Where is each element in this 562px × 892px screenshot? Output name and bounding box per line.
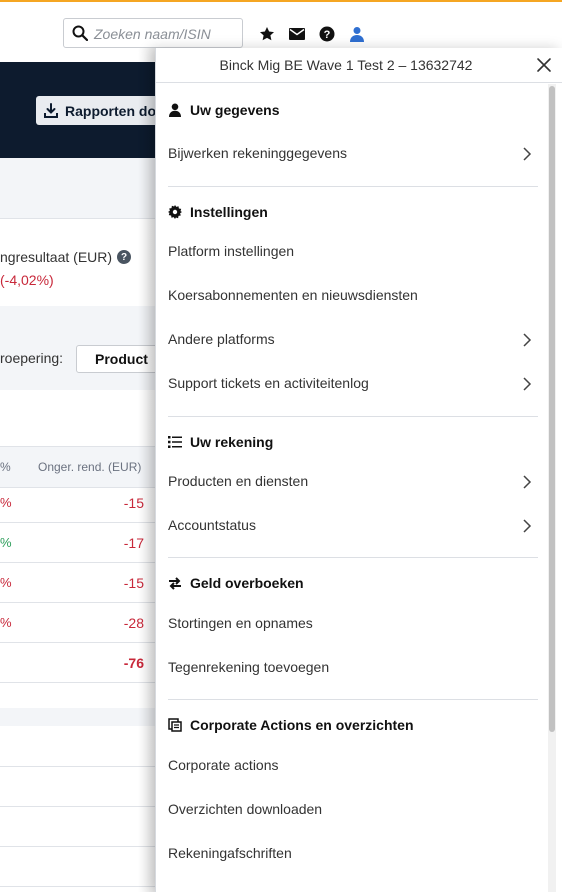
row-pct: % [0,535,12,550]
divider [168,557,538,558]
documents-icon [168,718,182,732]
menu-item-label: Rekeningafschriften [168,845,292,861]
chevron-right-icon [523,519,532,533]
menu-item-label: Stortingen en opnames [168,615,313,631]
download-icon [44,103,58,118]
close-icon[interactable] [535,56,553,74]
list-icon [168,435,182,449]
scrollbar-thumb[interactable] [549,86,555,732]
chevron-right-icon [523,333,532,347]
section-heading-corporate-actions: Corporate Actions en overzichten [168,717,414,733]
result-value: (-4,02%) [0,272,54,288]
menu-item-stortingen-en-opnames[interactable]: Stortingen en opnames [156,602,548,646]
menu-item-label: Producten en diensten [168,473,309,489]
search-placeholder: Zoeken naam/ISIN [94,26,211,42]
section-heading-uw-rekening: Uw rekening [168,434,273,450]
account-title: Binck Mig BE Wave 1 Test 2 – 13632742 [219,57,473,73]
section-heading-uw-gegevens: Uw gegevens [168,102,279,118]
menu-item-label: Platform instellingen [168,243,295,259]
person-icon [168,103,182,117]
help-icon[interactable]: ? [117,250,132,264]
menu-item-tegenrekening-toevoegen[interactable]: Tegenrekening toevoegen [156,646,548,690]
section-heading-text: Corporate Actions en overzichten [190,717,414,733]
grouping-label: roepering: [0,350,64,366]
menu-item-andere-platforms[interactable]: Andere platforms [156,318,548,362]
menu-item-overzichten-downloaden[interactable]: Overzichten downloaden [156,788,548,832]
menu-item-rekeningafschriften[interactable]: Rekeningafschriften [156,832,548,876]
section-heading-text: Uw rekening [190,434,274,450]
menu-item-bijwerken-rekeninggegevens[interactable]: Bijwerken rekeninggegevens [156,132,548,176]
top-icons: ? [258,25,366,43]
chevron-right-icon [523,475,532,489]
chevron-right-icon [523,147,532,161]
gear-icon [168,205,182,219]
divider [168,416,538,417]
result-label: ngresultaat (EUR) ? [0,249,132,265]
transfer-icon [168,576,182,590]
row-pct: % [0,615,12,630]
menu-item-koersabonnementen[interactable]: Koersabonnementen en nieuwsdiensten [156,274,548,318]
divider [168,186,538,187]
account-menu-panel: Binck Mig BE Wave 1 Test 2 – 13632742 Uw… [155,48,562,892]
menu-item-producten-en-diensten[interactable]: Producten en diensten [156,460,548,504]
section-heading-instellingen: Instellingen [168,204,268,220]
row-pct: % [0,575,12,590]
menu-item-label: Koersabonnementen en nieuwsdiensten [168,287,418,303]
menu-item-accountstatus[interactable]: Accountstatus [156,504,548,548]
section-heading-geld-overboeken: Geld overboeken [168,575,304,591]
chevron-right-icon [523,377,532,391]
divider [168,699,538,700]
svg-text:?: ? [324,29,331,41]
row-pct: % [0,495,12,510]
section-heading-text: Instellingen [190,204,268,220]
menu-item-platform-instellingen[interactable]: Platform instellingen [156,230,548,274]
search-input[interactable]: Zoeken naam/ISIN [63,18,243,48]
user-icon[interactable] [348,25,366,43]
table-header-unrealized[interactable]: Onger. rend. (EUR) [38,460,141,474]
search-icon [72,25,88,41]
panel-header: Binck Mig BE Wave 1 Test 2 – 13632742 [156,48,562,83]
star-icon[interactable] [258,25,276,43]
menu-item-label: Accountstatus [168,517,256,533]
menu-item-support-tickets[interactable]: Support tickets en activiteitenlog [156,362,548,406]
section-heading-text: Geld overboeken [190,575,304,591]
section-heading-text: Uw gegevens [190,102,280,118]
result-label-text: ngresultaat (EUR) [0,249,113,265]
help-icon[interactable]: ? [318,25,336,43]
mail-icon[interactable] [288,25,306,43]
menu-item-label: Overzichten downloaden [168,801,323,817]
menu-item-corporate-actions[interactable]: Corporate actions [156,744,548,788]
menu-item-label: Support tickets en activiteitenlog [168,375,369,391]
menu-item-label: Corporate actions [168,757,279,773]
menu-item-label: Andere platforms [168,331,275,347]
table-header-pct: % [0,460,11,474]
menu-item-label: Bijwerken rekeninggegevens [168,145,347,161]
menu-item-label: Tegenrekening toevoegen [168,659,330,675]
